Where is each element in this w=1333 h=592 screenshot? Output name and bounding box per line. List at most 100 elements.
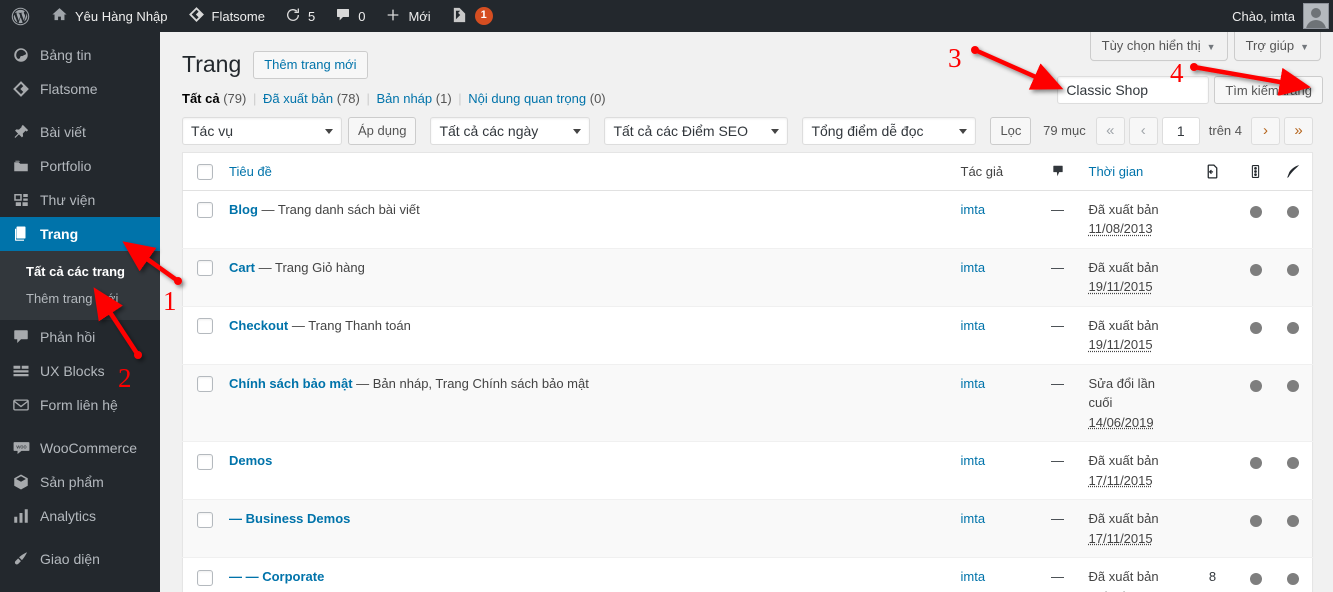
row-author-link[interactable]: imta bbox=[961, 511, 986, 526]
submenu-tat-ca-cac-trang[interactable]: Tất cả các trang bbox=[0, 258, 160, 285]
yoast-menu[interactable]: 1 bbox=[441, 0, 503, 32]
view-link-draft[interactable]: Bản nháp bbox=[376, 91, 432, 106]
row-title-link[interactable]: — — Corporate bbox=[229, 569, 324, 584]
row-author-link[interactable]: imta bbox=[961, 202, 986, 217]
table-row[interactable]: Checkout — Trang Thanh toán imta — Đã xuất … bbox=[182, 306, 1313, 365]
last-page-button[interactable]: » bbox=[1284, 116, 1313, 145]
seo-score-filter-select[interactable]: Tất cả các Điểm SEO bbox=[604, 116, 789, 145]
view-link-published[interactable]: Đã xuất bản bbox=[263, 91, 333, 106]
view-link-all[interactable]: Tất cả bbox=[182, 91, 220, 106]
row-checkbox[interactable] bbox=[197, 453, 213, 470]
table-nav-top: Tác vụ Áp dụng Tất cả các ngày Tất cả cá… bbox=[182, 116, 1313, 146]
row-comments-cell: — bbox=[1051, 201, 1064, 217]
view-link-cornerstone[interactable]: Nội dung quan trọng bbox=[468, 91, 586, 106]
woocommerce-icon: woo bbox=[11, 438, 31, 458]
sidebar-item-analytics[interactable]: Analytics bbox=[0, 499, 160, 533]
add-new-page-button[interactable]: Thêm trang mới bbox=[253, 50, 368, 80]
sidebar-item-woocommerce[interactable]: woo WooCommerce bbox=[0, 431, 160, 465]
sidebar-item-flatsome[interactable]: Flatsome bbox=[0, 72, 160, 106]
column-header-title[interactable]: Tiêu đề bbox=[221, 152, 953, 191]
sidebar-item-form-lien-he[interactable]: Form liên hệ bbox=[0, 388, 160, 422]
row-author-link[interactable]: imta bbox=[961, 569, 986, 584]
comment-bubble-icon bbox=[335, 7, 351, 26]
row-select-cell bbox=[183, 306, 222, 364]
flatsome-menu[interactable]: Flatsome bbox=[178, 0, 275, 32]
row-comments-cell: — bbox=[1051, 569, 1064, 585]
first-page-button[interactable]: « bbox=[1095, 116, 1125, 145]
column-header-date[interactable]: Thời gian bbox=[1080, 152, 1189, 191]
row-readability-cell bbox=[1275, 558, 1313, 592]
column-header-seo-score[interactable] bbox=[1236, 152, 1275, 191]
select-all-checkbox[interactable] bbox=[197, 163, 213, 180]
annotation-number-1: 1 bbox=[163, 286, 177, 316]
row-title-link[interactable]: Blog bbox=[229, 202, 258, 217]
comments-menu[interactable]: 0 bbox=[325, 0, 375, 32]
row-seo-score-cell bbox=[1237, 500, 1275, 558]
row-extra-cell bbox=[1189, 190, 1237, 248]
table-row[interactable]: Demos imta — Đã xuất bản 17/11/2015 bbox=[182, 441, 1313, 500]
row-title-link[interactable]: Chính sách bảo mật bbox=[229, 376, 353, 391]
row-author-link[interactable]: imta bbox=[961, 318, 986, 333]
sidebar-item-trang[interactable]: Trang bbox=[0, 217, 168, 251]
my-account-menu[interactable]: Chào, imta bbox=[1232, 0, 1333, 32]
table-row[interactable]: — Business Demos imta — Đã xuất bản 17/11/20… bbox=[182, 499, 1313, 558]
current-page-input[interactable]: 1 bbox=[1161, 116, 1200, 145]
column-header-comments[interactable] bbox=[1034, 152, 1081, 191]
row-date-cell: Sửa đổi lần cuối 14/06/2019 bbox=[1081, 364, 1189, 442]
search-button[interactable]: Tìm kiếm trang bbox=[1214, 76, 1323, 104]
apply-bulk-action-button[interactable]: Áp dụng bbox=[348, 116, 417, 145]
product-box-icon bbox=[11, 472, 31, 492]
row-checkbox[interactable] bbox=[197, 318, 213, 335]
readability-dot bbox=[1287, 379, 1300, 392]
row-title-link[interactable]: Checkout bbox=[229, 318, 288, 333]
column-header-page-refresh[interactable] bbox=[1188, 152, 1237, 191]
sidebar-item-bang-tin[interactable]: Bảng tin bbox=[0, 38, 160, 72]
table-body: Blog — Trang danh sách bài viết imta — Đã x… bbox=[182, 190, 1313, 592]
row-checkbox[interactable] bbox=[197, 511, 213, 528]
screen-options-tab[interactable]: Tùy chọn hiển thị ▼ bbox=[1089, 32, 1228, 61]
row-title-link[interactable]: Demos bbox=[229, 453, 272, 468]
row-checkbox[interactable] bbox=[197, 376, 213, 393]
site-name-menu[interactable]: Yêu Hàng Nhập bbox=[41, 0, 178, 32]
row-checkbox[interactable] bbox=[197, 260, 213, 277]
search-input[interactable] bbox=[1057, 76, 1210, 104]
table-row[interactable]: Blog — Trang danh sách bài viết imta — Đã x… bbox=[182, 190, 1313, 249]
readability-pen-icon bbox=[1283, 163, 1305, 180]
view-count-cornerstone: (0) bbox=[589, 90, 606, 106]
sidebar-item-portfolio[interactable]: Portfolio bbox=[0, 149, 160, 183]
sidebar-item-bai-viet[interactable]: Bài viết bbox=[0, 115, 160, 149]
readability-filter-select[interactable]: Tổng điểm dễ đọc bbox=[802, 116, 977, 145]
table-row[interactable]: — — Corporate imta — Đã xuất bản 18/02/2016 8 bbox=[182, 557, 1313, 592]
prev-page-button[interactable]: ‹ bbox=[1128, 116, 1158, 145]
column-header-readability[interactable] bbox=[1274, 152, 1313, 191]
row-checkbox[interactable] bbox=[197, 569, 213, 586]
sidebar-item-san-pham[interactable]: Sản phẩm bbox=[0, 465, 160, 499]
row-title-link[interactable]: Cart bbox=[229, 260, 255, 275]
date-filter-select[interactable]: Tất cả các ngày bbox=[430, 116, 591, 145]
updates-menu[interactable]: 5 bbox=[275, 0, 325, 32]
table-row[interactable]: Chính sách bảo mật — Bản nháp, Trang Chí… bbox=[182, 364, 1313, 442]
help-tab[interactable]: Trợ giúp ▼ bbox=[1233, 32, 1321, 61]
row-author-link[interactable]: imta bbox=[961, 260, 986, 275]
filter-button[interactable]: Lọc bbox=[990, 116, 1032, 145]
sidebar-item-thu-vien[interactable]: Thư viện bbox=[0, 183, 160, 217]
pin-icon bbox=[11, 122, 31, 142]
row-author-link[interactable]: imta bbox=[961, 453, 986, 468]
row-checkbox[interactable] bbox=[197, 202, 213, 219]
sidebar-item-giao-dien[interactable]: Giao diện bbox=[0, 542, 160, 576]
row-title-excerpt: — Trang danh sách bài viết bbox=[257, 201, 420, 217]
next-page-button[interactable]: › bbox=[1251, 116, 1280, 145]
sidebar-item-label: Analytics bbox=[40, 508, 97, 524]
view-count-published: (78) bbox=[336, 90, 360, 106]
wp-logo-menu[interactable] bbox=[0, 0, 41, 32]
submenu-them-trang-moi[interactable]: Thêm trang mới bbox=[0, 285, 160, 312]
sidebar-item-ux-blocks[interactable]: UX Blocks bbox=[0, 354, 160, 388]
table-row[interactable]: Cart — Trang Giỏ hàng imta — Đã xuất bản 19/… bbox=[182, 248, 1313, 307]
table-nav-filters: Tác vụ Áp dụng Tất cả các ngày Tất cả cá… bbox=[182, 116, 1032, 145]
sidebar-item-label: WooCommerce bbox=[40, 440, 137, 456]
new-content-menu[interactable]: Mới bbox=[375, 0, 440, 32]
row-title-link[interactable]: — Business Demos bbox=[229, 511, 350, 526]
sidebar-item-phan-hoi[interactable]: Phản hồi bbox=[0, 320, 160, 354]
bulk-actions-select[interactable]: Tác vụ bbox=[182, 116, 342, 145]
row-author-link[interactable]: imta bbox=[961, 376, 986, 391]
